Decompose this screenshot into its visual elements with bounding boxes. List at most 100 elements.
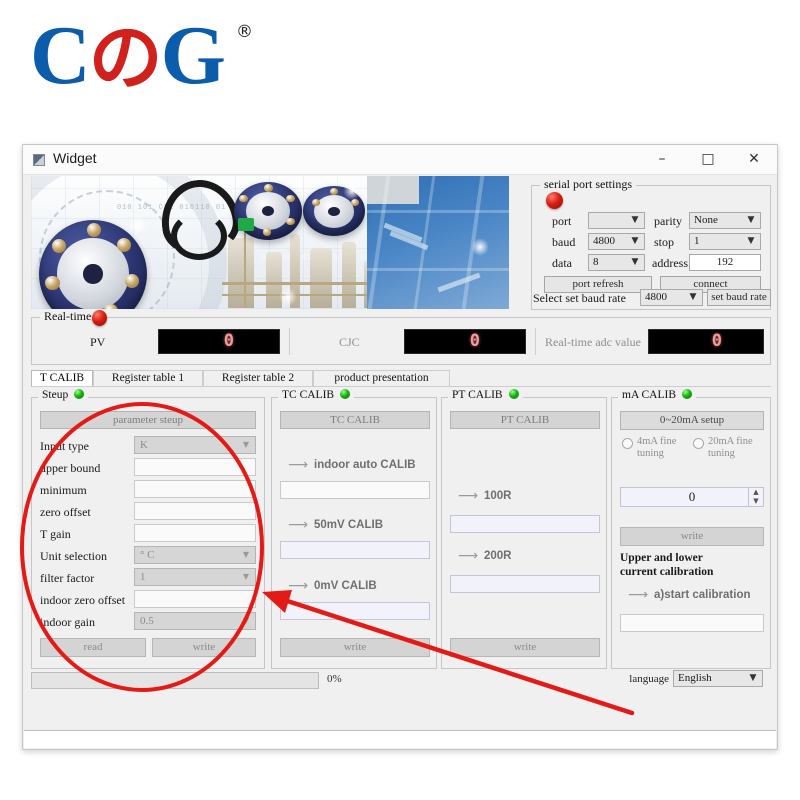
pt-calib-header[interactable]: PT CALIB	[450, 411, 600, 429]
progress-percent-label: 0%	[327, 673, 342, 685]
set-baud-rate-button[interactable]: set baud rate	[707, 289, 771, 306]
baud-select[interactable]: 4800 ▼	[588, 233, 645, 250]
start-calibration-label: a)start calibration	[654, 589, 751, 601]
indoor-auto-calib-input[interactable]	[280, 481, 430, 499]
100r-label: 100R	[484, 490, 512, 502]
tab-register-table-1[interactable]: Register table 1	[93, 370, 203, 387]
zero-offset-input[interactable]	[134, 502, 256, 520]
minimum-input[interactable]	[134, 480, 256, 498]
steup-panel: Steup parameter steup Input type K▼ uppe…	[31, 397, 265, 669]
radio-20ma-fine-tuning[interactable]	[693, 438, 704, 449]
0mv-calib-label: 0mV CALIB	[314, 580, 377, 592]
radio-20ma-label-line2: tuning	[708, 448, 735, 459]
select-set-baud-rate-label: Select set baud rate	[533, 291, 626, 306]
address-input[interactable]: 192	[689, 254, 761, 271]
tc-calib-legend: TC CALIB	[278, 389, 354, 401]
serial-settings-legend: serial port settings	[540, 177, 636, 192]
chevron-down-icon: ▼	[744, 234, 758, 249]
chevron-down-icon: ▼	[240, 547, 252, 563]
chevron-down-icon: ▼	[628, 213, 642, 228]
filter-factor-value: 1	[140, 571, 146, 583]
ma-calib-panel: mA CALIB 0~20mA setup 4mA fine tuning 20…	[611, 397, 771, 669]
ma-calib-write-button[interactable]: write	[620, 527, 764, 546]
chevron-down-icon: ▼	[628, 255, 642, 270]
start-calibration-input[interactable]	[620, 614, 764, 632]
stop-select[interactable]: 1 ▼	[689, 233, 761, 250]
pv-label: PV	[90, 335, 105, 350]
arrow-right-icon: ⟶	[288, 518, 308, 532]
100r-input[interactable]	[450, 515, 600, 533]
pt-calib-status-led	[509, 389, 519, 399]
steup-legend: Steup	[38, 389, 88, 401]
200r-input[interactable]	[450, 575, 600, 593]
parity-label: parity	[654, 214, 682, 229]
pv-value: 0	[224, 333, 231, 350]
ma-calib-status-led	[682, 389, 692, 399]
parity-select[interactable]: None ▼	[689, 212, 761, 229]
steup-legend-text: Steup	[42, 389, 68, 401]
chevron-down-icon: ▼	[746, 671, 760, 686]
tab-t-calib[interactable]: T CALIB	[31, 370, 93, 387]
chevron-down-icon: ▼	[240, 569, 252, 585]
zero-offset-label: zero offset	[40, 505, 91, 520]
50mv-calib-input[interactable]	[280, 541, 430, 559]
close-button[interactable]: ✕	[731, 145, 777, 174]
0-20ma-setup-header[interactable]: 0~20mA setup	[620, 411, 764, 430]
pt-calib-write-button[interactable]: write	[450, 638, 600, 657]
tc-calib-legend-text: TC CALIB	[282, 389, 334, 401]
radio-4ma-fine-tuning[interactable]	[622, 438, 633, 449]
adc-label: Real-time adc value	[545, 335, 641, 350]
divider	[535, 328, 536, 355]
data-bits-select[interactable]: 8 ▼	[588, 254, 645, 271]
pt-calib-panel: PT CALIB PT CALIB ⟶ 100R ⟶ 200R write	[441, 397, 607, 669]
ma-value-spinner[interactable]: 0 ▲▼	[620, 487, 764, 507]
window-titlebar[interactable]: Widget – □ ✕	[23, 145, 777, 175]
minimize-button[interactable]: –	[639, 145, 685, 174]
filter-factor-label: filter factor	[40, 571, 94, 586]
realtime-legend: Real-time	[40, 309, 95, 324]
minimum-label: minimum	[40, 483, 87, 498]
current-calibration-title-line1: Upper and lower	[620, 551, 703, 565]
registered-trademark-icon: ®	[236, 22, 253, 42]
parameter-steup-header[interactable]: parameter steup	[40, 411, 256, 429]
tc-calib-write-button[interactable]: write	[280, 638, 430, 657]
cjc-display: 0	[404, 329, 526, 354]
indoor-zero-offset-input[interactable]	[134, 590, 256, 608]
indoor-gain-select[interactable]: 0.5▼	[134, 612, 256, 630]
tc-calib-header[interactable]: TC CALIB	[280, 411, 430, 429]
language-select[interactable]: English ▼	[673, 670, 763, 687]
stop-select-value: 1	[694, 235, 700, 247]
steup-read-button[interactable]: read	[40, 638, 146, 657]
banner-usb-cable-lower	[171, 212, 227, 260]
arrow-right-icon: ⟶	[458, 549, 478, 563]
50mv-calib-label: 50mV CALIB	[314, 519, 383, 531]
connection-status-led	[546, 192, 563, 209]
tab-register-table-2[interactable]: Register table 2	[203, 370, 313, 387]
status-bar	[24, 730, 776, 748]
data-label: data	[552, 256, 572, 271]
steup-write-button[interactable]: write	[152, 638, 256, 657]
chevron-down-icon: ▼	[744, 213, 758, 228]
pv-display: 0	[158, 329, 280, 354]
radio-4ma-label-line2: tuning	[637, 448, 664, 459]
indoor-gain-label: indoor gain	[40, 615, 95, 630]
arrow-right-icon: ⟶	[288, 579, 308, 593]
upper-bound-label: upper bound	[40, 461, 100, 476]
unit-selection-value: ° C	[140, 549, 155, 561]
spinner-arrows-icon[interactable]: ▲▼	[748, 488, 763, 506]
input-type-label: Input type	[40, 439, 89, 454]
0mv-calib-input[interactable]	[280, 602, 430, 620]
port-select[interactable]: ▼	[588, 212, 645, 229]
maximize-button[interactable]: □	[685, 145, 731, 174]
upper-bound-input[interactable]	[134, 458, 256, 476]
unit-selection-select[interactable]: ° C ▼	[134, 546, 256, 564]
t-gain-label: T gain	[40, 527, 71, 542]
tab-bar: T CALIB Register table 1 Register table …	[31, 370, 771, 387]
input-type-select[interactable]: K▼	[134, 436, 256, 454]
ma-value: 0	[689, 489, 696, 504]
set-baud-rate-select[interactable]: 4800 ▼	[640, 289, 703, 306]
tab-product-presentation[interactable]: product presentation	[313, 370, 450, 387]
filter-factor-select[interactable]: 1▼	[134, 568, 256, 586]
baud-select-value: 4800	[593, 235, 615, 247]
t-gain-input[interactable]	[134, 524, 256, 542]
